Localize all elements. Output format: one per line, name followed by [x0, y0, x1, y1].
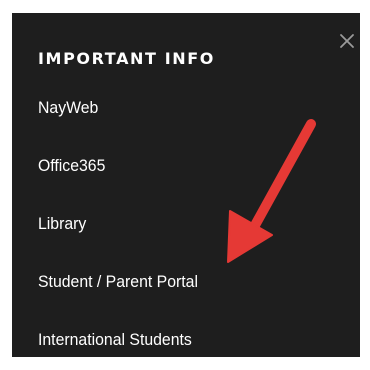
menu-panel: IMPORTANT INFO NayWeb Office365 Library … [12, 13, 360, 357]
menu-item-label[interactable]: Office365 [38, 156, 105, 176]
close-icon[interactable] [336, 30, 358, 52]
menu-item-international-students[interactable]: International Students [38, 330, 210, 357]
screenshot-frame: IMPORTANT INFO NayWeb Office365 Library … [0, 0, 370, 370]
menu-item-nayweb[interactable]: NayWeb [38, 98, 210, 156]
menu-item-office365[interactable]: Office365 [38, 156, 210, 214]
menu-item-library[interactable]: Library [38, 214, 210, 272]
menu-item-student-parent-portal[interactable]: Student / Parent Portal [38, 272, 210, 330]
menu-item-label[interactable]: Student / Parent Portal [38, 272, 198, 292]
menu-item-label[interactable]: Library [38, 214, 86, 234]
important-info-menu: NayWeb Office365 Library Student / Paren… [38, 98, 210, 357]
menu-item-label[interactable]: International Students [38, 330, 192, 350]
menu-item-label[interactable]: NayWeb [38, 98, 98, 118]
menu-heading: IMPORTANT INFO [38, 49, 216, 68]
